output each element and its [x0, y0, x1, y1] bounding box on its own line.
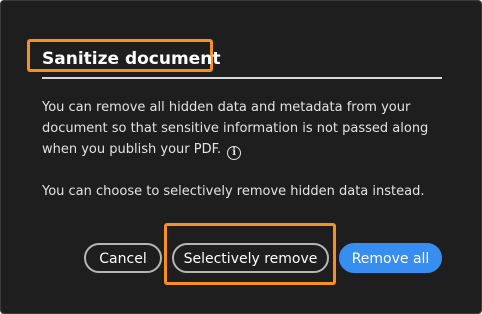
cancel-button[interactable]: Cancel: [84, 243, 162, 273]
dialog-title: Sanitize document: [42, 49, 221, 69]
title-divider: [42, 77, 442, 79]
secondary-description: You can choose to selectively remove hid…: [42, 184, 425, 199]
description-paragraph: You can remove all hidden data and metad…: [42, 97, 442, 160]
sanitize-document-dialog: Sanitize document You can remove all hid…: [0, 0, 482, 314]
info-icon[interactable]: i: [227, 146, 242, 160]
selectively-remove-button[interactable]: Selectively remove: [172, 243, 329, 273]
remove-all-button[interactable]: Remove all: [339, 243, 442, 273]
dialog-body: You can remove all hidden data and metad…: [42, 97, 442, 202]
